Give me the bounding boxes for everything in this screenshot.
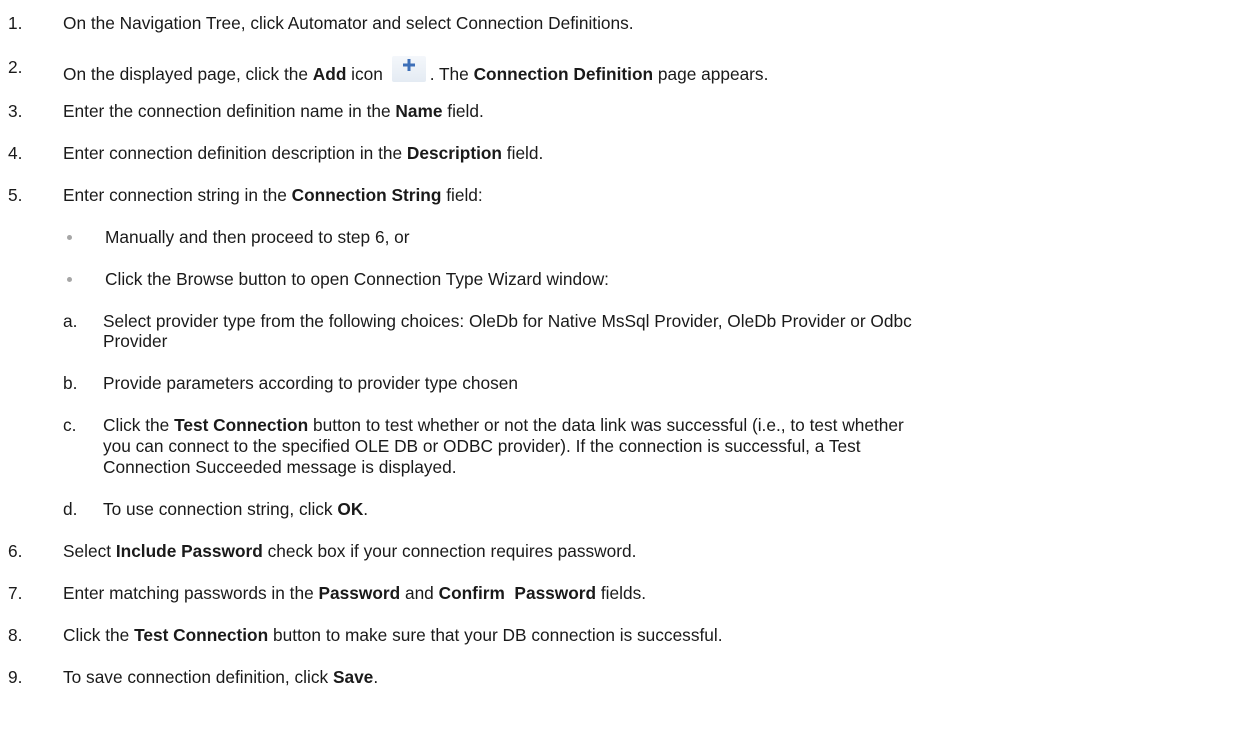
substep-text: Provide parameters according to provider… [103,373,518,393]
text-run: . The [429,64,474,84]
step-number: 3. [8,101,23,121]
bold-term: Connection String [291,185,442,205]
text-run: icon [346,64,388,84]
substep-text: Connection Succeeded message is displaye… [103,457,457,477]
bold-term: Save [332,667,374,687]
text-run: button to make sure that your DB connect… [268,625,723,645]
text-run: Enter the connection definition name in … [63,101,396,121]
bold-term: OK [337,499,364,519]
bullet-text: Manually and then proceed to step 6, or [105,227,410,247]
text-run: On the displayed page, click the [63,64,313,84]
bold-term: Connection Definition [473,64,654,84]
bold-term: Test Connection [174,415,309,435]
text-run: Enter connection string in the [63,185,292,205]
step-number: 8. [8,625,23,645]
step-text: Enter connection definition description … [63,142,543,164]
substep-text: Select provider type from the following … [103,311,912,331]
bullet-text: Click the Browse button to open Connecti… [105,269,609,289]
text-run: Select [63,541,116,561]
substep-text: Provider [103,331,168,351]
step-text: To save connection definition, click Sav… [63,666,378,688]
step-text: Enter the connection definition name in … [63,100,484,122]
text-run: check box if your connection requires pa… [262,541,637,561]
text-run: . [373,667,379,687]
bullet-dot-icon [67,235,72,240]
step-text: Enter matching passwords in the Password… [63,582,646,604]
text-run: To save connection definition, click [63,667,333,687]
bold-term: Password [318,583,401,603]
text-run: To use connection string, click [103,499,338,519]
text-run: fields. [596,583,647,603]
step-number: 2. [8,57,23,77]
text-run: page appears. [653,64,769,84]
text-run: Click the [63,625,135,645]
substep-letter: c. [63,415,77,435]
text-run: Enter matching passwords in the [63,583,319,603]
plus-icon [391,56,426,82]
step-number: 5. [8,185,23,205]
substep-letter: b. [63,373,78,393]
bold-term: Add [312,64,347,84]
text-run: . [363,499,369,519]
text-run: field. [502,143,544,163]
step-text: Click the Test Connection button to make… [63,624,723,646]
bold-term: Confirm Password [438,583,597,603]
step-number: 9. [8,667,23,687]
text-run: Enter connection definition description … [63,143,407,163]
step-number: 4. [8,143,23,163]
step-text: On the Navigation Tree, click Automator … [63,13,634,33]
text-run: field. [442,101,484,121]
substep-text: Click the Test Connection button to test… [103,414,904,436]
substep-text: To use connection string, click OK. [103,498,368,520]
step-number: 6. [8,541,23,561]
step-text: Enter connection string in the Connectio… [63,184,483,206]
bold-term: Test Connection [134,625,269,645]
text-run: button to test whether or not the data l… [308,415,904,435]
substep-letter: a. [63,311,78,331]
step-text: Select Include Password check box if you… [63,540,636,562]
text-run: Click the [103,415,175,435]
step-text: On the displayed page, click the Add ico… [63,56,768,85]
bullet-dot-icon [67,277,72,282]
bold-term: Include Password [115,541,263,561]
substep-text: you can connect to the specified OLE DB … [103,436,861,456]
text-run: field: [441,185,483,205]
step-number: 7. [8,583,23,603]
step-number: 1. [8,13,23,33]
substep-letter: d. [63,499,78,519]
text-run: and [400,583,439,603]
bold-term: Description [406,143,502,163]
bold-term: Name [395,101,443,121]
